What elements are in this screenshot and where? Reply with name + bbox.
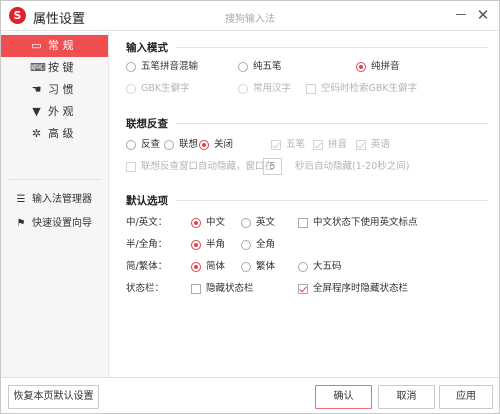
hand-icon: ☚ — [31, 83, 42, 96]
sidebar: ▭ 常 规 ⌨ 按 键 ☚ 习 惯 ▼ 外 观 ✲ 高 级 ☰ 输入法管理器 ⚑… — [1, 32, 109, 377]
checkbox-indicator — [313, 140, 323, 150]
radio-indicator — [199, 140, 209, 150]
section-divider — [176, 200, 488, 201]
row-label-zh-en: 中/英文： — [126, 217, 168, 228]
sidebar-tool-label: 快速设置向导 — [32, 218, 92, 229]
apply-button[interactable]: 应用 — [439, 385, 493, 409]
minimize-icon[interactable] — [456, 14, 466, 15]
checkbox-indicator — [306, 84, 316, 94]
checkbox-indicator — [191, 284, 201, 294]
section-title-lookup: 联想反查 — [126, 118, 168, 130]
checkbox-indicator — [298, 218, 308, 228]
row-label-half-full: 半/全角： — [126, 239, 168, 250]
row-label-simp-trad: 简/繁体： — [126, 261, 168, 272]
sidebar-tool-label: 输入法管理器 — [32, 194, 92, 205]
radio-indicator — [126, 140, 136, 150]
sidebar-item-label: 习 惯 — [48, 83, 74, 96]
section-divider — [176, 47, 488, 48]
sidebar-item-label: 常 规 — [48, 39, 74, 52]
checkbox-indicator — [126, 162, 136, 172]
ok-button[interactable]: 确认 — [315, 385, 372, 409]
radio-indicator — [191, 218, 201, 228]
restore-defaults-button[interactable]: 恢复本页默认设置 — [8, 385, 99, 409]
row-label-status-bar: 状态栏： — [126, 283, 165, 294]
radio-indicator — [238, 62, 248, 72]
sidebar-tool-quick-wizard[interactable]: ⚑ 快速设置向导 — [1, 214, 108, 234]
sidebar-item-keys[interactable]: ⌨ 按 键 — [1, 57, 108, 79]
sidebar-item-label: 外 观 — [48, 105, 74, 118]
radio-indicator — [126, 62, 136, 72]
section-title-defaults: 默认选项 — [126, 195, 168, 207]
checkbox-indicator — [271, 140, 281, 150]
radio-indicator — [356, 62, 366, 72]
auto-hide-suffix-text: 秒后自动隐藏(1-20秒之间) — [295, 161, 410, 172]
sidebar-item-appearance[interactable]: ▼ 外 观 — [1, 101, 108, 123]
sidebar-divider — [9, 179, 101, 180]
radio-indicator — [241, 262, 251, 272]
shirt-icon: ▼ — [32, 105, 41, 118]
monitor-icon: ▭ — [31, 39, 42, 52]
sidebar-item-label: 按 键 — [48, 61, 74, 74]
auto-hide-seconds-input[interactable]: 5 — [263, 158, 282, 175]
radio-indicator — [298, 262, 308, 272]
radio-indicator — [191, 240, 201, 250]
title-bar[interactable]: S 属性设置 搜狗输入法 ✕ — [1, 1, 499, 31]
close-icon[interactable]: ✕ — [475, 6, 491, 24]
footer-divider — [1, 377, 499, 378]
sidebar-item-advanced[interactable]: ✲ 高 级 — [1, 123, 108, 145]
radio-indicator — [241, 218, 251, 228]
radio-indicator — [241, 240, 251, 250]
sidebar-item-habits[interactable]: ☚ 习 惯 — [1, 79, 108, 101]
sidebar-tool-ime-manager[interactable]: ☰ 输入法管理器 — [1, 190, 108, 210]
section-divider — [176, 123, 488, 124]
radio-indicator — [164, 140, 174, 150]
flag-icon: ⚑ — [16, 218, 26, 229]
settings-window: S 属性设置 搜狗输入法 ✕ ▭ 常 规 ⌨ 按 键 ☚ 习 惯 ▼ 外 观 ✲… — [0, 0, 500, 414]
radio-indicator — [191, 262, 201, 272]
checkbox-indicator — [298, 284, 308, 294]
sidebar-item-label: 高 级 — [48, 127, 74, 140]
radio-indicator — [126, 84, 136, 94]
cancel-button[interactable]: 取消 — [378, 385, 435, 409]
section-title-input-mode: 输入模式 — [126, 42, 168, 54]
radio-indicator — [238, 84, 248, 94]
sidebar-item-general[interactable]: ▭ 常 规 — [1, 35, 108, 57]
checkbox-indicator — [356, 140, 366, 150]
window-center-title: 搜狗输入法 — [225, 14, 275, 25]
gear-icon: ✲ — [31, 127, 42, 140]
keyboard-icon: ⌨ — [30, 61, 46, 74]
list-icon: ☰ — [16, 194, 26, 205]
